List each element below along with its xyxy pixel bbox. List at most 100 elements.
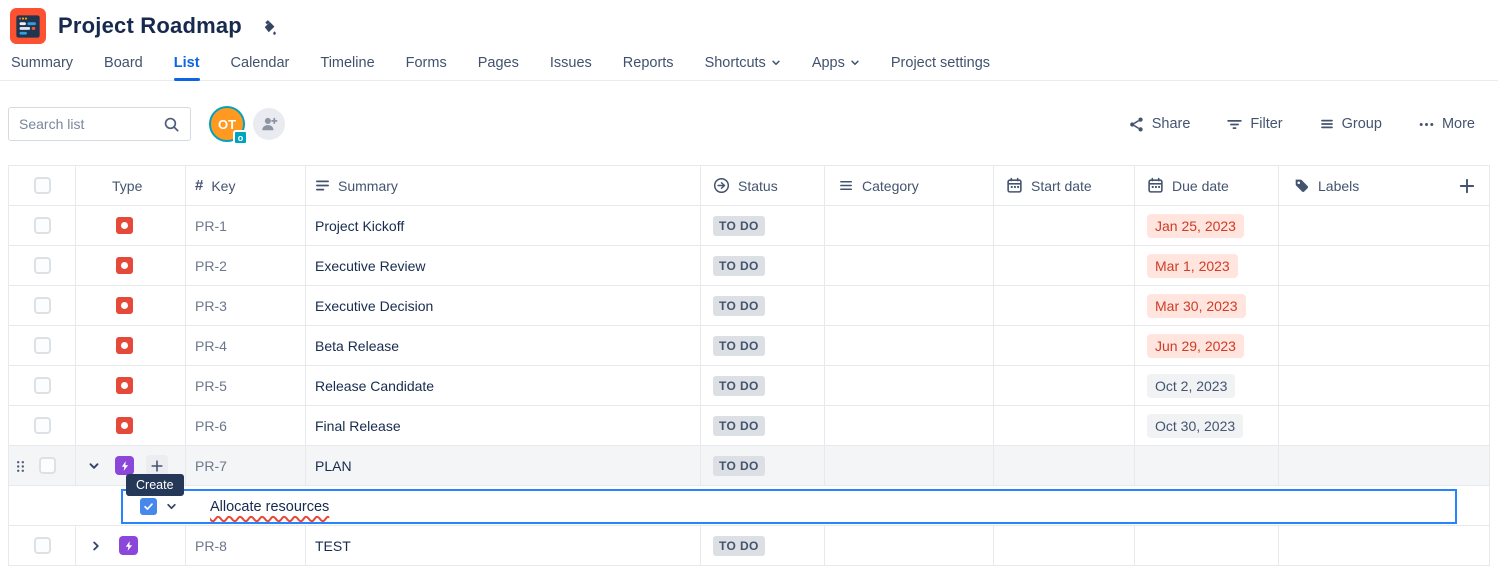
row-checkbox[interactable]	[34, 417, 51, 434]
chevron-down-icon[interactable]	[86, 458, 102, 474]
status-badge[interactable]: TO DO	[713, 336, 765, 356]
column-header-category[interactable]: Category	[862, 178, 919, 194]
issue-summary[interactable]: Release Candidate	[315, 378, 434, 394]
more-button[interactable]: More	[1418, 116, 1475, 133]
search-input[interactable]	[19, 116, 157, 132]
category-cell[interactable]	[825, 446, 994, 486]
tab-shortcuts[interactable]: Shortcuts	[705, 55, 781, 80]
chevron-down-icon[interactable]	[164, 499, 179, 514]
issue-key[interactable]: PR-7	[195, 458, 227, 474]
tab-summary[interactable]: Summary	[11, 55, 73, 80]
column-header-key[interactable]: Key	[211, 178, 235, 194]
issue-key[interactable]: PR-5	[195, 378, 227, 394]
column-header-summary[interactable]: Summary	[338, 178, 398, 194]
due-date-pill[interactable]: Mar 1, 2023	[1147, 254, 1238, 278]
issue-row-pr-1[interactable]: PR-1 Project Kickoff TO DO Jan 25, 2023	[9, 206, 1490, 246]
category-cell[interactable]	[825, 246, 994, 286]
labels-cell[interactable]	[1279, 406, 1490, 446]
tab-calendar[interactable]: Calendar	[231, 55, 290, 80]
milestone-type-icon[interactable]	[116, 377, 133, 394]
due-date-pill[interactable]: Jun 29, 2023	[1147, 334, 1244, 358]
subtask-type-icon[interactable]	[119, 536, 138, 555]
row-checkbox[interactable]	[34, 377, 51, 394]
issue-row-pr-6[interactable]: PR-6 Final Release TO DO Oct 30, 2023	[9, 406, 1490, 446]
category-cell[interactable]	[825, 326, 994, 366]
issue-row-pr-5[interactable]: PR-5 Release Candidate TO DO Oct 2, 2023	[9, 366, 1490, 406]
issue-summary[interactable]: Project Kickoff	[315, 218, 404, 234]
column-header-start-date[interactable]: Start date	[1031, 178, 1092, 194]
task-type-icon[interactable]	[140, 498, 157, 515]
labels-cell[interactable]	[1279, 326, 1490, 366]
milestone-type-icon[interactable]	[116, 217, 133, 234]
labels-cell[interactable]	[1279, 366, 1490, 406]
column-header-labels[interactable]: Labels	[1318, 178, 1359, 194]
row-checkbox[interactable]	[34, 537, 51, 554]
issue-key[interactable]: PR-8	[195, 538, 227, 554]
category-cell[interactable]	[825, 366, 994, 406]
row-checkbox[interactable]	[39, 457, 56, 474]
issue-summary[interactable]: Executive Review	[315, 258, 426, 274]
column-header-status[interactable]: Status	[738, 178, 778, 194]
issue-key[interactable]: PR-1	[195, 218, 227, 234]
tab-timeline[interactable]: Timeline	[320, 55, 374, 80]
inline-create-box[interactable]: Create Allocate resources	[121, 489, 1457, 524]
share-button[interactable]: Share	[1128, 116, 1191, 133]
category-cell[interactable]	[825, 406, 994, 446]
start-date-cell[interactable]	[994, 246, 1135, 286]
due-date-cell[interactable]	[1135, 526, 1279, 566]
row-checkbox[interactable]	[34, 337, 51, 354]
issue-row-pr-7[interactable]: PR-7 PLAN TO DO	[9, 446, 1490, 486]
issue-row-pr-3[interactable]: PR-3 Executive Decision TO DO Mar 30, 20…	[9, 286, 1490, 326]
issue-key[interactable]: PR-6	[195, 418, 227, 434]
labels-cell[interactable]	[1279, 246, 1490, 286]
issue-key[interactable]: PR-2	[195, 258, 227, 274]
tab-project-settings[interactable]: Project settings	[891, 55, 990, 80]
row-checkbox[interactable]	[34, 257, 51, 274]
milestone-type-icon[interactable]	[116, 297, 133, 314]
milestone-type-icon[interactable]	[116, 417, 133, 434]
issue-key[interactable]: PR-3	[195, 298, 227, 314]
filter-button[interactable]: Filter	[1226, 116, 1282, 133]
due-date-pill[interactable]: Oct 2, 2023	[1147, 374, 1235, 398]
status-badge[interactable]: TO DO	[713, 536, 765, 556]
labels-cell[interactable]	[1279, 446, 1490, 486]
start-date-cell[interactable]	[994, 446, 1135, 486]
tab-reports[interactable]: Reports	[623, 55, 674, 80]
start-date-cell[interactable]	[994, 286, 1135, 326]
category-cell[interactable]	[825, 526, 994, 566]
group-button[interactable]: Group	[1319, 116, 1382, 132]
row-checkbox[interactable]	[34, 297, 51, 314]
issue-row-pr-4[interactable]: PR-4 Beta Release TO DO Jun 29, 2023	[9, 326, 1490, 366]
column-header-due-date[interactable]: Due date	[1172, 178, 1229, 194]
milestone-type-icon[interactable]	[116, 337, 133, 354]
tab-apps[interactable]: Apps	[812, 55, 860, 80]
due-date-cell[interactable]	[1135, 446, 1279, 486]
labels-cell[interactable]	[1279, 286, 1490, 326]
summary-edit-input[interactable]: Allocate resources	[210, 499, 329, 515]
issue-summary[interactable]: Executive Decision	[315, 298, 433, 314]
milestone-type-icon[interactable]	[116, 257, 133, 274]
tab-board[interactable]: Board	[104, 55, 143, 80]
start-date-cell[interactable]	[994, 366, 1135, 406]
paint-bucket-icon[interactable]	[260, 19, 279, 38]
drag-handle[interactable]	[16, 460, 25, 473]
start-date-cell[interactable]	[994, 206, 1135, 246]
issue-summary[interactable]: TEST	[315, 538, 351, 554]
avatar[interactable]: OT o	[209, 106, 245, 142]
select-all-checkbox[interactable]	[34, 177, 51, 194]
issue-summary[interactable]: Beta Release	[315, 338, 399, 354]
labels-cell[interactable]	[1279, 526, 1490, 566]
tab-issues[interactable]: Issues	[550, 55, 592, 80]
tab-pages[interactable]: Pages	[478, 55, 519, 80]
due-date-pill[interactable]: Jan 25, 2023	[1147, 214, 1244, 238]
issue-summary[interactable]: Final Release	[315, 418, 401, 434]
column-header-type[interactable]: Type	[112, 178, 142, 194]
chevron-right-icon[interactable]	[88, 538, 104, 554]
labels-cell[interactable]	[1279, 206, 1490, 246]
category-cell[interactable]	[825, 206, 994, 246]
tab-forms[interactable]: Forms	[406, 55, 447, 80]
row-checkbox[interactable]	[34, 217, 51, 234]
status-badge[interactable]: TO DO	[713, 376, 765, 396]
issue-row-pr-8[interactable]: PR-8 TEST TO DO	[9, 526, 1490, 566]
start-date-cell[interactable]	[994, 406, 1135, 446]
